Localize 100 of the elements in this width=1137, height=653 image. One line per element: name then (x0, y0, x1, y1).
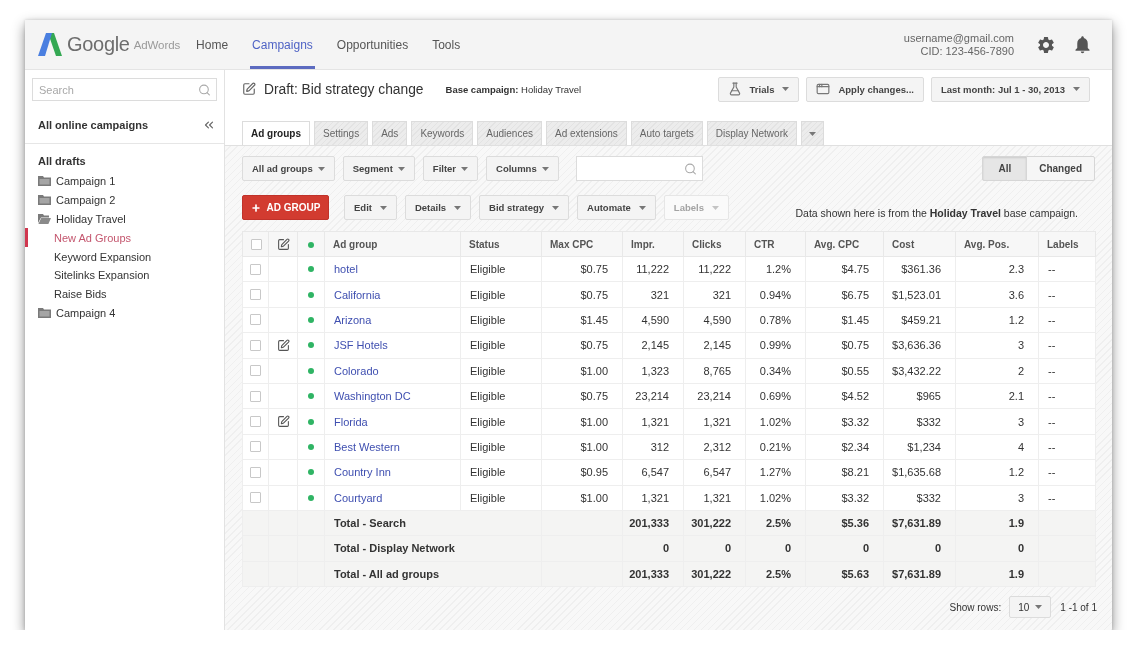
search-field[interactable]: Search (32, 78, 217, 101)
ad-group-link[interactable]: California (334, 288, 381, 301)
caret-icon (461, 166, 469, 171)
rows-per-page-select[interactable]: 10 (1009, 596, 1052, 619)
row-checkbox[interactable] (250, 314, 261, 326)
caret-icon (711, 205, 719, 210)
table-cell: 1.2 (955, 459, 1039, 485)
nav-link[interactable]: Opportunities (334, 20, 411, 69)
action-button[interactable]: Apply changes... (806, 76, 924, 102)
view-toggle-button[interactable]: All (982, 156, 1028, 181)
ad-group-link[interactable]: JSF Hotels (334, 339, 388, 352)
menu-dropdown[interactable]: Details (404, 195, 472, 220)
table-cell: Eligible (460, 434, 542, 460)
collapse-icon[interactable] (202, 118, 216, 132)
tab[interactable]: Ads (372, 121, 408, 145)
draft-item[interactable]: Sitelinks Expansion (25, 266, 224, 285)
nav-link[interactable]: Tools (430, 20, 463, 69)
tab[interactable]: Keywords (411, 121, 474, 145)
ad-group-link[interactable]: Courtyard (334, 491, 383, 504)
row-checkbox[interactable] (250, 390, 261, 402)
total-cell: 0 (805, 535, 884, 562)
filter-dropdown[interactable]: Filter (422, 156, 479, 181)
column-header[interactable]: Max CPC (541, 231, 623, 257)
nav-link[interactable]: Campaigns (250, 20, 315, 69)
tab[interactable]: Ad extensions (546, 121, 627, 145)
nav-link[interactable]: Home (194, 20, 231, 69)
filter-dropdown[interactable]: All ad groups (242, 156, 335, 181)
base-campaign-text: Base campaign: Holiday Travel (445, 83, 582, 95)
column-header[interactable]: Avg. Pos. (955, 231, 1039, 257)
account-id: CID: 123-456-7890 (920, 44, 1014, 58)
sidebar-title: All online campaigns (38, 119, 149, 131)
filter-dropdown[interactable]: Segment (342, 156, 415, 181)
table-cell: $0.75 (541, 383, 623, 409)
campaign-item[interactable]: Holiday Travel (25, 209, 224, 229)
caret-icon (552, 205, 559, 210)
row-checkbox[interactable] (250, 365, 261, 377)
caret-icon (454, 205, 462, 210)
menu-dropdown[interactable]: Bid strategy (479, 195, 569, 220)
column-header[interactable]: Ad group (324, 231, 461, 257)
table-cell: $0.75 (541, 281, 623, 308)
ad-group-link[interactable]: Florida (334, 415, 368, 428)
campaign-item[interactable]: Campaign 4 (25, 303, 224, 323)
column-header[interactable]: Impr. (622, 231, 684, 257)
tab[interactable]: Settings (314, 121, 369, 145)
folder-icon (38, 307, 51, 318)
status-dot-icon (308, 342, 314, 349)
edit-icon (242, 82, 256, 96)
action-button[interactable]: Trials (717, 76, 800, 102)
draft-item[interactable]: Raise Bids (25, 284, 224, 304)
row-checkbox[interactable] (250, 289, 261, 301)
column-header[interactable]: Labels (1038, 231, 1096, 257)
table-search-field[interactable] (575, 156, 703, 181)
tab[interactable]: Ad groups (242, 121, 310, 145)
ad-group-link[interactable]: hotel (334, 263, 358, 276)
date-range-button[interactable]: Last month: Jul 1 - 30, 2013 (930, 76, 1090, 102)
total-cell: 1.9 (955, 561, 1039, 587)
menu-dropdown[interactable]: Automate (577, 195, 656, 220)
caret-icon (541, 166, 549, 171)
status-dot-icon (308, 241, 314, 248)
row-checkbox[interactable] (250, 441, 261, 453)
column-header[interactable]: Status (460, 231, 542, 257)
caret-icon (1035, 605, 1043, 610)
edit-icon (277, 237, 290, 251)
table-cell: $1.00 (541, 358, 623, 384)
folder-open-icon (38, 214, 51, 224)
table-cell: $8.21 (805, 459, 884, 485)
column-header[interactable]: Cost (883, 231, 956, 257)
table-cell: $2.34 (805, 434, 884, 460)
column-header[interactable]: CTR (745, 231, 806, 257)
row-checkbox[interactable] (250, 492, 261, 504)
filter-dropdown[interactable]: Columns (486, 156, 559, 181)
campaign-item[interactable]: Campaign 1 (25, 172, 224, 191)
tab[interactable]: Auto targets (630, 121, 703, 145)
column-header[interactable]: Avg. CPC (805, 231, 884, 257)
table-cell: 3 (955, 332, 1039, 359)
drafts-heading: All drafts (38, 154, 86, 169)
view-toggle-button[interactable]: Changed (1026, 156, 1095, 181)
total-cell: $5.63 (805, 561, 884, 587)
flask-icon (727, 82, 742, 96)
column-header[interactable]: Clicks (683, 231, 746, 257)
more-tabs-button[interactable] (801, 121, 824, 145)
campaign-item[interactable]: Campaign 2 (25, 190, 224, 210)
tab[interactable]: Audiences (477, 121, 542, 145)
caret-icon (1073, 87, 1080, 91)
row-checkbox[interactable] (250, 466, 261, 478)
caret-icon (397, 166, 405, 171)
ad-group-link[interactable]: Colorado (334, 364, 379, 377)
ad-group-link[interactable]: Arizona (334, 313, 372, 326)
row-checkbox[interactable] (250, 263, 261, 275)
add-ad-group-button[interactable]: AD GROUP (242, 195, 329, 220)
table-cell: $1,234 (883, 434, 956, 460)
total-cell: 1.9 (955, 510, 1039, 536)
select-all-checkbox[interactable] (251, 238, 262, 250)
row-checkbox[interactable] (250, 416, 261, 428)
row-checkbox[interactable] (250, 339, 261, 351)
draft-item[interactable]: Keyword Expansion (25, 247, 224, 266)
logo-text: Google (67, 33, 130, 56)
settings-icon[interactable] (1036, 34, 1056, 55)
tab[interactable]: Display Network (706, 121, 797, 145)
menu-dropdown[interactable]: Edit (344, 195, 397, 220)
